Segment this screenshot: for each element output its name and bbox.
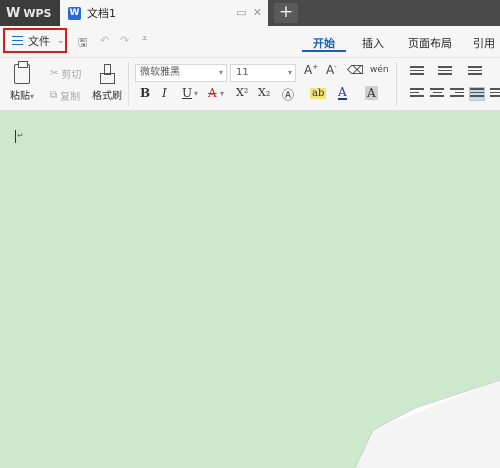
superscript-button[interactable]: X² [236,86,248,99]
grow-font-icon[interactable]: A+ [304,63,318,77]
font-name-value: 微软雅黑 [140,67,180,78]
font-size-select[interactable]: 11 ▾ [230,64,296,82]
paste-button[interactable]: 粘贴▾ [10,61,34,102]
clipboard-icon [14,61,30,84]
app-name: WPS [23,6,52,20]
phonetic-guide-icon[interactable]: wén [370,65,389,75]
copy-icon: ⧉ [50,90,58,101]
cut-button[interactable]: ✂ 剪切 [50,66,81,81]
tab-page-layout[interactable]: 页面布局 [408,35,452,51]
menu-bar: 文件 ⌄ 🖫 ↶ ↷ ⩡ 开始 插入 页面布局 引用 [0,26,500,58]
copy-label: 复制 [60,92,81,103]
align-center-icon[interactable] [430,88,444,100]
format-painter-button[interactable]: 格式刷 [92,64,122,102]
active-tab-indicator [302,50,346,52]
highlight-icon[interactable]: ab [310,88,327,99]
file-menu-button[interactable]: 文件 ⌄ [3,28,67,53]
underline-button[interactable]: U [182,86,192,100]
chevron-down-icon: ▾ [287,68,292,77]
scissors-icon: ✂ [50,68,59,79]
font-size-value: 11 [236,67,249,78]
brush-icon [99,64,115,84]
page-curl-icon [355,380,500,468]
format-painter-label: 格式刷 [92,91,122,102]
char-shading-button[interactable]: A [365,86,378,100]
decrease-indent-icon[interactable] [468,66,482,78]
new-tab-button[interactable]: + [274,3,298,23]
strikethrough-button[interactable]: A [208,86,217,100]
justify-icon[interactable] [469,87,485,101]
save-icon[interactable]: 🖫 [78,34,87,53]
bullet-list-icon[interactable] [410,66,424,78]
title-bar: W WPS W 文档1 ▭ ✕ + [0,0,500,26]
subscript-button[interactable]: X₂ [258,86,270,99]
writer-doc-icon: W [68,6,81,20]
copy-button[interactable]: ⧉ 复制 [50,88,80,103]
font-name-select[interactable]: 微软雅黑 ▾ [135,64,227,82]
monitor-icon[interactable]: ▭ [236,6,246,19]
text-cursor [15,130,16,143]
bold-button[interactable]: B [140,86,150,100]
tab-home[interactable]: 开始 [313,35,335,51]
group-divider [396,62,397,106]
close-tab-icon[interactable]: ✕ [253,6,262,19]
undo-icon[interactable]: ↶ [100,34,109,47]
hamburger-icon [12,36,23,45]
cut-label: 剪切 [61,70,82,81]
italic-button[interactable]: I [162,86,167,100]
redo-icon[interactable]: ↷ [120,34,129,47]
chevron-down-icon[interactable]: ▾ [194,89,198,98]
group-divider [128,62,129,106]
numbered-list-icon[interactable] [438,66,452,78]
file-menu-label: 文件 [28,34,50,48]
font-color-button[interactable]: A [338,86,347,100]
chevron-down-icon: ▾ [218,68,223,77]
paste-label: 粘贴 [10,91,30,102]
document-tab[interactable]: W 文档1 ▭ ✕ [60,0,268,26]
align-right-icon[interactable] [450,88,464,100]
chevron-down-icon: ⌄ [57,35,65,46]
document-tab-title: 文档1 [87,7,116,20]
shrink-font-icon[interactable]: A- [326,63,337,77]
align-left-icon[interactable] [410,88,424,100]
customize-toolbar-icon[interactable]: ⩡ [142,34,147,44]
tab-insert[interactable]: 插入 [362,35,384,51]
ribbon-toolbar: 粘贴▾ ✂ 剪切 ⧉ 复制 格式刷 微软雅黑 ▾ 11 ▾ A+ A- ⌫ wé… [0,58,500,111]
clear-format-icon[interactable]: ⌫ [347,63,364,77]
chevron-down-icon[interactable]: ▾ [220,89,224,98]
tab-references[interactable]: 引用 [473,35,495,51]
paragraph-mark-icon: ↵ [17,131,24,140]
wps-logo-icon: W [6,5,20,21]
wps-home-tab[interactable]: W WPS [0,0,60,26]
distribute-icon[interactable] [490,88,500,100]
text-effect-icon[interactable]: Ⓐ [282,86,294,103]
